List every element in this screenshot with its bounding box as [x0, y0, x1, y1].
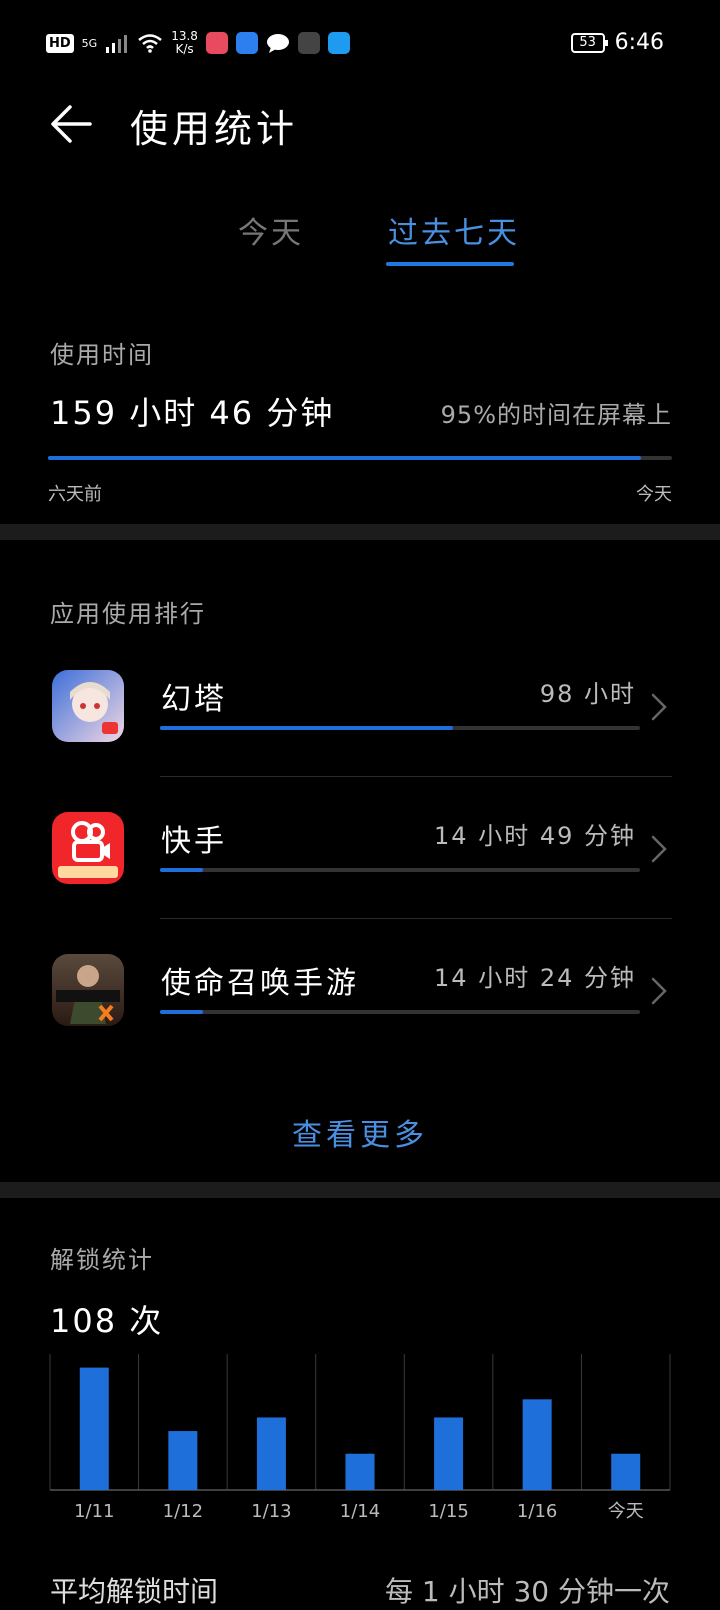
- average-unlock-label: 平均解锁时间: [50, 1575, 219, 1608]
- chart-tick-label: 1/12: [163, 1501, 203, 1522]
- chart-tick-label: 1/16: [517, 1501, 557, 1522]
- chart-bar: [611, 1453, 641, 1490]
- chart-tick-label: 1/11: [74, 1501, 114, 1522]
- unlock-bar-chart: 1/11 1/12 1/13 1/14 1/15 1/16 今天: [49, 1354, 671, 1522]
- chart-tick-label: 1/14: [340, 1501, 380, 1522]
- chart-bar: [522, 1399, 552, 1490]
- average-unlock-value: 每 1 小时 30 分钟一次: [384, 1575, 670, 1608]
- chart-tick-label: 1/15: [428, 1501, 468, 1522]
- chart-bar: [256, 1417, 286, 1490]
- chart-bar: [168, 1431, 198, 1490]
- chart-bar: [345, 1453, 375, 1490]
- chart-tick-label: 今天: [608, 1501, 644, 1522]
- chart-bar: [79, 1367, 109, 1490]
- chart-tick-label: 1/13: [251, 1501, 291, 1522]
- chart-bar: [434, 1417, 464, 1490]
